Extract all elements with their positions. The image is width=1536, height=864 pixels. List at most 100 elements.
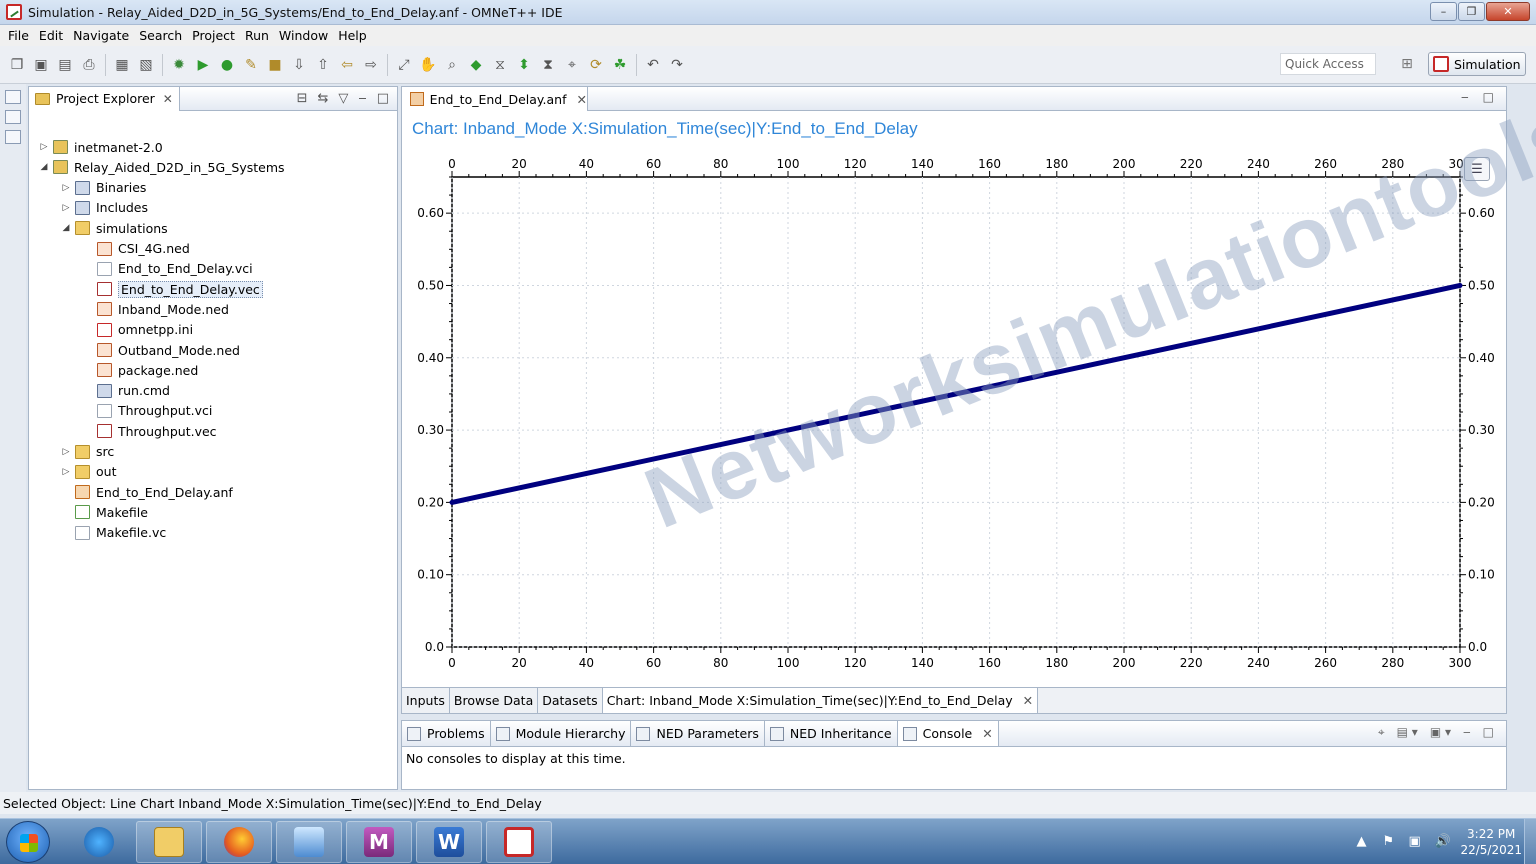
tree-item[interactable]: Throughput.vci xyxy=(83,401,212,421)
quick-access-input[interactable]: Quick Access xyxy=(1280,53,1376,75)
simulation-perspective-button[interactable]: Simulation xyxy=(1428,52,1526,76)
close-icon[interactable]: ✕ xyxy=(982,726,992,741)
tree-item[interactable]: CSI_4G.ned xyxy=(83,239,190,259)
chart-properties-icon[interactable]: ☘ xyxy=(611,56,629,74)
tree-item[interactable]: ◢ Relay_Aided_D2D_in_5G_Systems xyxy=(39,157,285,177)
tab-browse-data[interactable]: Browse Data xyxy=(449,688,539,713)
collapsed-twisty-icon[interactable]: ▷ xyxy=(39,142,49,152)
zoom-to-fit-icon[interactable]: ⌖ xyxy=(563,56,581,74)
pin-console-icon[interactable]: ⌖ xyxy=(1378,725,1385,740)
close-icon[interactable]: ✕ xyxy=(1023,693,1033,708)
tree-item[interactable]: ▷ inetmanet-2.0 xyxy=(39,137,163,157)
collapsed-twisty-icon[interactable]: ▷ xyxy=(61,467,71,477)
open-folder-icon[interactable]: ■ xyxy=(266,56,284,74)
taskbar-matlab[interactable]: M xyxy=(346,821,412,863)
refresh-icon[interactable]: ⟳ xyxy=(587,56,605,74)
zoom-out-vertical-icon[interactable]: ⧗ xyxy=(539,56,557,74)
new-icon[interactable]: ❐ xyxy=(8,56,26,74)
zoom-out-horizontal-icon[interactable]: ⧖ xyxy=(491,56,509,74)
menu-run[interactable]: Run xyxy=(240,28,274,43)
outline-view-icon[interactable] xyxy=(5,110,21,124)
hierarchy-view-icon[interactable] xyxy=(5,130,21,144)
open-perspective-icon[interactable]: ⊞ xyxy=(1396,54,1418,74)
save-all-icon[interactable]: ▤ xyxy=(56,56,74,74)
taskbar-ie[interactable] xyxy=(66,821,132,863)
tab-ned-parameters[interactable]: NED Parameters xyxy=(631,721,765,746)
tree-item[interactable]: ▷ out xyxy=(61,462,117,482)
menu-project[interactable]: Project xyxy=(187,28,240,43)
menu-navigate[interactable]: Navigate xyxy=(68,28,134,43)
tab-module-hierarchy[interactable]: Module Hierarchy xyxy=(491,721,632,746)
tree-item[interactable]: Throughput.vec xyxy=(83,421,217,441)
debug-icon[interactable]: ✹ xyxy=(170,56,188,74)
open-console-icon[interactable]: ▣ ▾ xyxy=(1430,725,1451,740)
tree-item[interactable]: ▷ src xyxy=(61,442,115,462)
tab-console[interactable]: Console ✕ xyxy=(897,721,999,746)
tab-chart[interactable]: Chart: Inband_Mode X:Simulation_Time(sec… xyxy=(602,688,1039,713)
menu-window[interactable]: Window xyxy=(274,28,333,43)
minimize-view-icon[interactable]: ‒ xyxy=(358,91,366,106)
link-editor-icon[interactable]: ⇆ xyxy=(318,91,329,106)
tab-inputs[interactable]: Inputs xyxy=(402,688,450,713)
tab-problems[interactable]: Problems xyxy=(402,721,491,746)
open-type-icon[interactable]: ▧ xyxy=(137,56,155,74)
tree-item[interactable]: package.ned xyxy=(83,360,198,380)
volume-icon[interactable]: 🔊 xyxy=(1434,834,1450,850)
menu-edit[interactable]: Edit xyxy=(34,28,68,43)
maximize-view-icon[interactable]: □ xyxy=(1483,725,1494,740)
taskbar-explorer[interactable] xyxy=(136,821,202,863)
tree-item[interactable]: ▷ Includes xyxy=(61,198,148,218)
line-chart[interactable]: 0 0 20 20 40 40 60 60 80 80 100 100 120 120 140 140 160 1… xyxy=(402,147,1506,687)
tab-ned-inheritance[interactable]: NED Inheritance xyxy=(765,721,898,746)
tree-item[interactable]: ▷ Binaries xyxy=(61,178,147,198)
tree-item[interactable]: ◢ simulations xyxy=(61,218,168,238)
show-desktop-button[interactable] xyxy=(1524,819,1536,864)
import-icon[interactable]: ⇩ xyxy=(290,56,308,74)
maximize-view-icon[interactable]: □ xyxy=(377,91,389,106)
collapse-all-icon[interactable]: ⊟ xyxy=(297,91,308,106)
back-icon[interactable]: ⇦ xyxy=(338,56,356,74)
collapsed-twisty-icon[interactable]: ▷ xyxy=(61,183,71,193)
tree-item[interactable]: End_to_End_Delay.vci xyxy=(83,259,253,279)
tree-item[interactable]: End_to_End_Delay.anf xyxy=(61,482,233,502)
run-external-icon[interactable]: ● xyxy=(218,56,236,74)
start-button[interactable] xyxy=(6,821,50,863)
pan-icon[interactable]: ✋ xyxy=(419,56,437,74)
view-menu-icon[interactable]: ▽ xyxy=(338,91,348,106)
tree-item[interactable]: Outband_Mode.ned xyxy=(83,340,240,360)
restore-button[interactable]: ❐ xyxy=(1458,2,1485,21)
print-icon[interactable]: ⎙ xyxy=(80,56,98,74)
expanded-twisty-icon[interactable]: ◢ xyxy=(39,162,49,172)
collapsed-twisty-icon[interactable]: ▷ xyxy=(61,203,71,213)
tree-item[interactable]: Makefile.vc xyxy=(61,523,166,543)
tools-icon[interactable]: ✎ xyxy=(242,56,260,74)
zoom-fit-icon[interactable]: ⤢ xyxy=(395,56,413,74)
action-center-icon[interactable]: ⚑ xyxy=(1382,834,1398,850)
chart-legend-toggle-icon[interactable]: ☰ xyxy=(1464,157,1490,181)
restore-view-icon[interactable] xyxy=(5,90,21,104)
menu-help[interactable]: Help xyxy=(333,28,372,43)
clock[interactable]: 3:22 PM 22/5/2021 xyxy=(1460,826,1522,858)
editor-tab-anf[interactable]: End_to_End_Delay.anf ✕ xyxy=(402,87,588,111)
taskbar-app[interactable] xyxy=(276,821,342,863)
tab-datasets[interactable]: Datasets xyxy=(538,688,603,713)
network-icon[interactable]: ▣ xyxy=(1408,834,1424,850)
zoom-icon[interactable]: ⌕ xyxy=(443,56,461,74)
zoom-horizontal-icon[interactable]: ◆ xyxy=(467,56,485,74)
minimize-view-icon[interactable]: ‒ xyxy=(1463,725,1471,740)
minimize-editor-icon[interactable]: ‒ xyxy=(1461,90,1469,104)
menu-search[interactable]: Search xyxy=(134,28,187,43)
close-icon[interactable]: ✕ xyxy=(163,92,173,106)
show-hidden-icons-icon[interactable]: ▲ xyxy=(1356,834,1372,850)
export-icon[interactable]: ⇧ xyxy=(314,56,332,74)
save-icon[interactable]: ▣ xyxy=(32,56,50,74)
collapsed-twisty-icon[interactable]: ▷ xyxy=(61,447,71,457)
display-console-icon[interactable]: ▤ ▾ xyxy=(1397,725,1418,740)
expanded-twisty-icon[interactable]: ◢ xyxy=(61,223,71,233)
taskbar-omnet[interactable] xyxy=(486,821,552,863)
maximize-editor-icon[interactable]: □ xyxy=(1483,90,1494,104)
taskbar-firefox[interactable] xyxy=(206,821,272,863)
tree-item[interactable]: run.cmd xyxy=(83,381,170,401)
close-icon[interactable]: ✕ xyxy=(577,92,587,107)
binary-icon[interactable]: ▦ xyxy=(113,56,131,74)
